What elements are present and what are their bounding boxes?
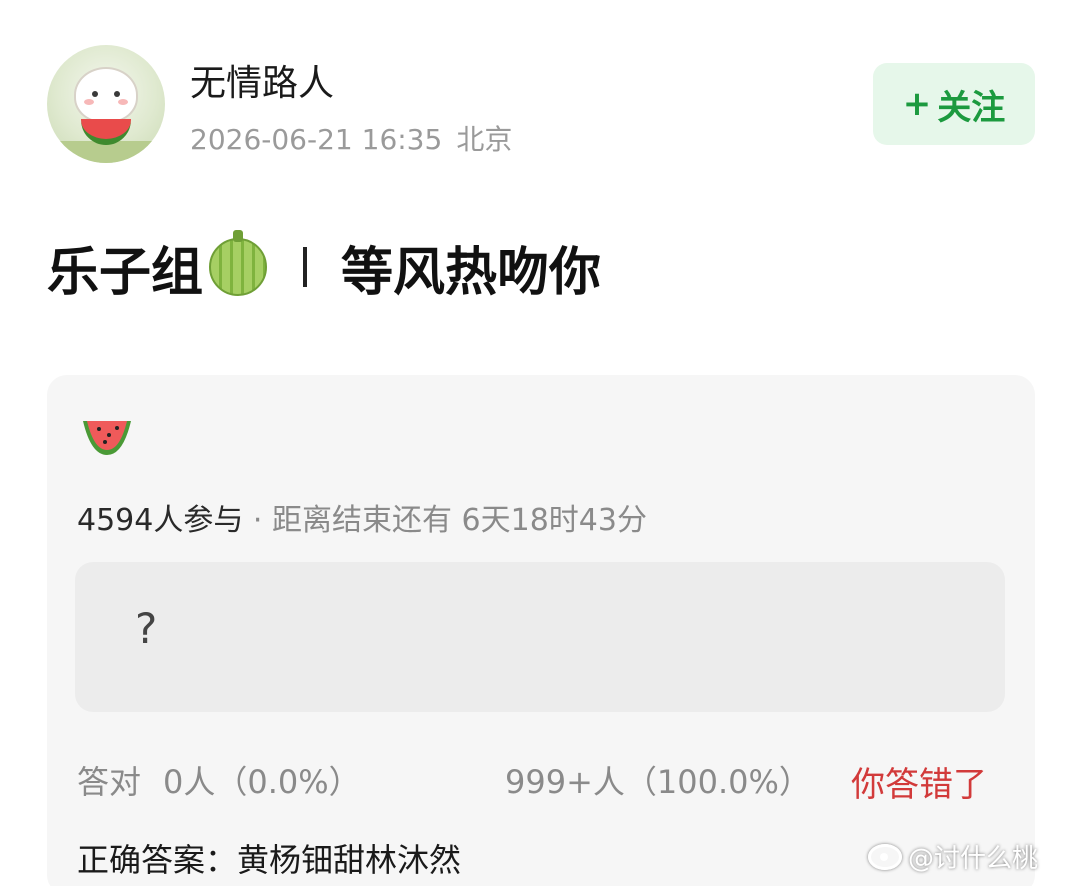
- stats-separator: ·: [243, 503, 272, 538]
- participants-count: 4594人参与: [77, 503, 244, 538]
- quiz-stats: 4594人参与 · 距离结束还有 6天18时43分: [77, 495, 647, 539]
- correct-stats: 0人（0.0%）: [163, 763, 361, 801]
- answer-value: 黄杨钿甜林沐然: [237, 841, 462, 879]
- post-meta: 2026-06-21 16:35 北京: [190, 118, 512, 158]
- author-name[interactable]: 无情路人: [190, 54, 334, 106]
- plus-icon: +: [902, 84, 932, 124]
- title-suffix: 等风热吻你: [341, 242, 602, 303]
- wrong-answer-label: 你答错了: [851, 765, 987, 805]
- watermark: @讨什么桃: [868, 838, 1038, 875]
- title-prefix: 乐子组: [47, 242, 204, 303]
- correct-label: 答对: [77, 763, 142, 801]
- watermark-text: @讨什么桃: [908, 844, 1039, 874]
- avatar-face: [74, 67, 138, 123]
- melon-icon: [209, 230, 268, 296]
- deadline-value: 6天18时43分: [461, 503, 647, 538]
- deadline-label: 距离结束还有: [271, 503, 452, 538]
- post-header: 无情路人 2026-06-21 16:35 北京 + 关注: [0, 0, 1080, 200]
- weibo-icon: [868, 843, 902, 870]
- answer-label: 正确答案：: [77, 841, 238, 879]
- post-date: 2026-06-21 16:35: [190, 123, 443, 156]
- option-text: ?: [135, 604, 158, 653]
- quiz-card: 4594人参与 · 距离结束还有 6天18时43分 ? 答对 0人（0.0%） 9…: [47, 375, 1035, 886]
- correct-answer: 正确答案：黄杨钿甜林沐然: [77, 835, 461, 881]
- follow-label: 关注: [937, 87, 1006, 128]
- post-location: 北京: [456, 123, 513, 156]
- watermelon-icon: [83, 421, 131, 455]
- quiz-option[interactable]: ?: [75, 562, 1005, 712]
- follow-button[interactable]: + 关注: [873, 63, 1035, 145]
- post-title: 乐子组 等风热吻你: [47, 230, 602, 303]
- author-avatar[interactable]: [47, 45, 165, 163]
- correct-result: 答对 0人（0.0%）: [77, 757, 361, 803]
- wrong-stats: 999+人（100.0%）: [505, 763, 811, 801]
- title-separator: [303, 247, 308, 287]
